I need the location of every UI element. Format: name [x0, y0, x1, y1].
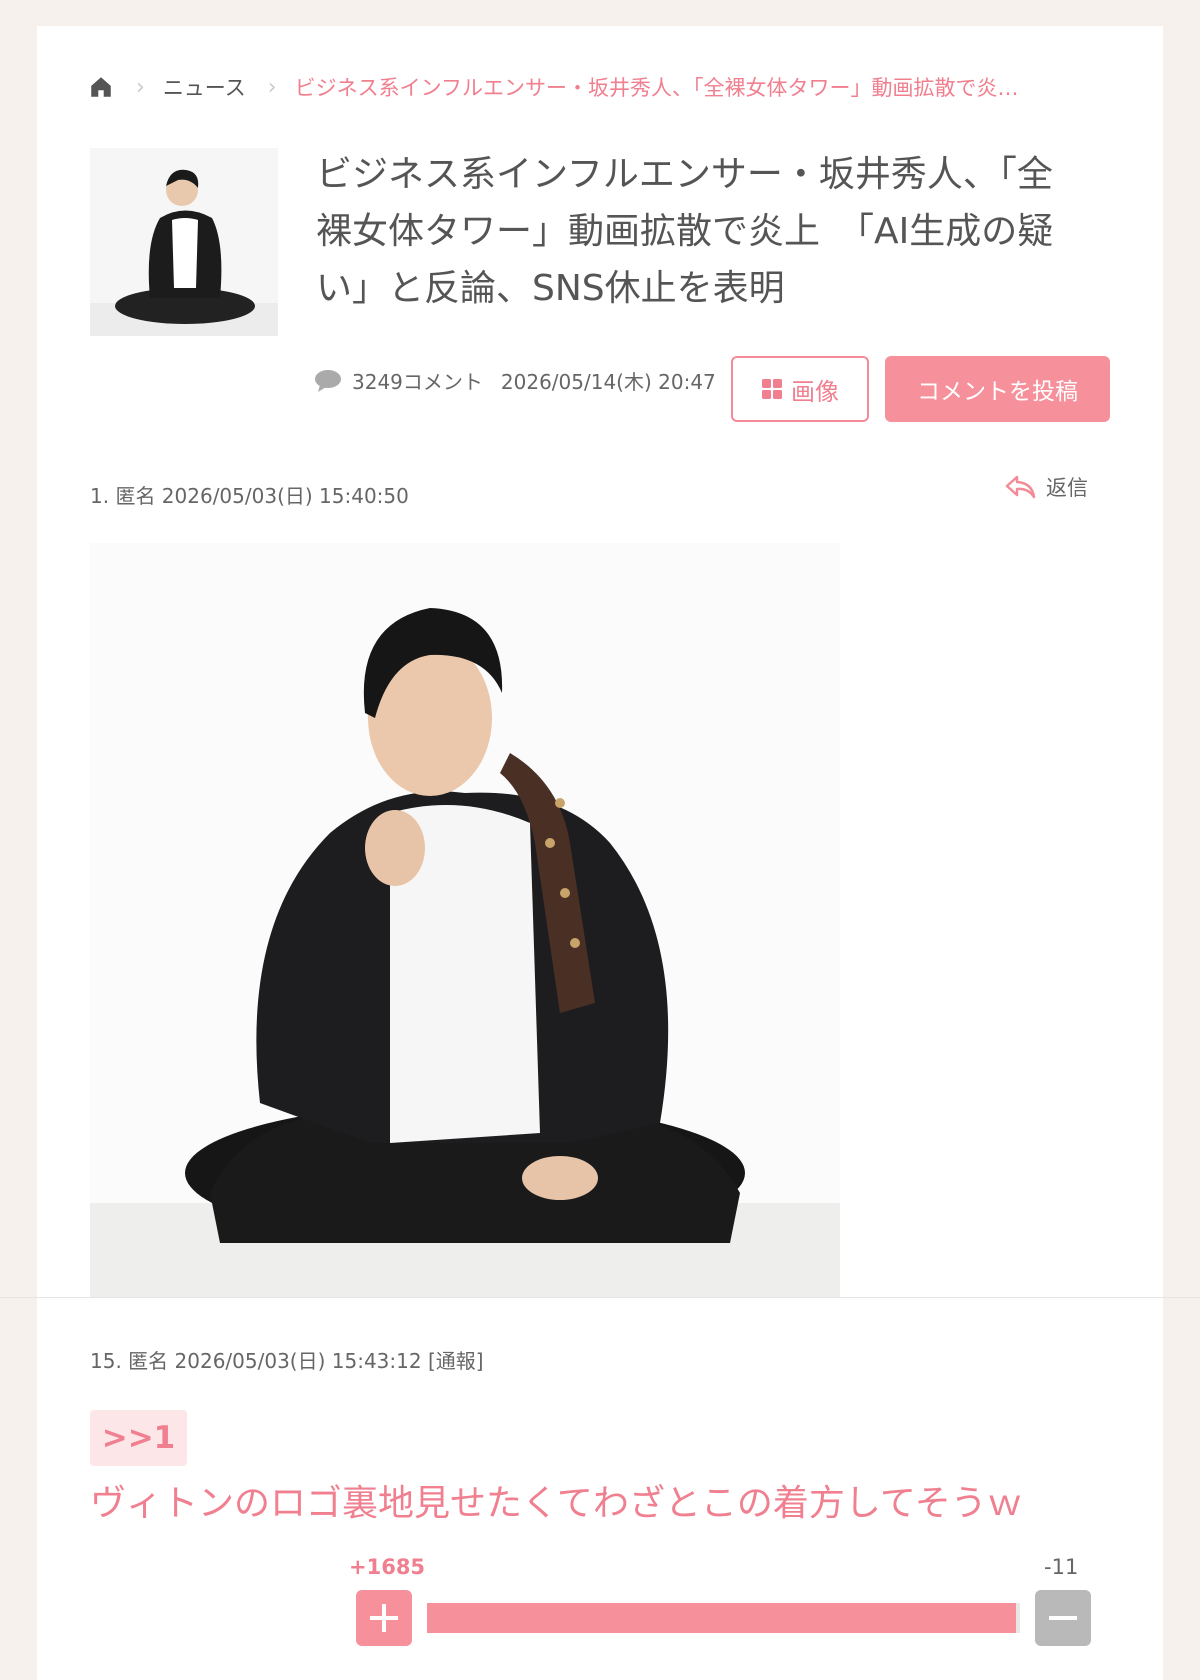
article-date: 2026/05/14(木) 20:47	[500, 370, 716, 394]
comment-header: 1. 匿名 2026/05/03(日) 15:40:50	[90, 484, 409, 508]
plus-icon	[370, 1604, 398, 1632]
article-title-line: 裸女体タワー」動画拡散で炎上 「AI生成の疑	[316, 211, 1054, 252]
comment-photo[interactable]	[90, 543, 840, 1297]
vote-ratio-bar	[427, 1603, 1020, 1633]
vote-ratio-fill	[427, 1603, 1016, 1633]
article-title-line: い」と反論、SNS休止を表明	[316, 268, 785, 309]
grid-icon	[762, 379, 782, 399]
comment-body: ヴィトンのロゴ裏地見せたくてわざとこの着方してそうｗ	[90, 1483, 1023, 1524]
minus-icon	[1049, 1616, 1077, 1620]
article-title-line: ビジネス系インフルエンサー・坂井秀人、「全	[316, 154, 1053, 195]
minus-vote-button[interactable]	[1035, 1590, 1091, 1646]
plus-vote-count: +1685	[349, 1555, 426, 1579]
plus-vote-button[interactable]	[356, 1590, 412, 1646]
post-comment-button[interactable]: コメントを投稿	[885, 356, 1110, 422]
image-button-label: 画像	[791, 377, 839, 406]
reply-arrow-icon	[1005, 475, 1036, 499]
section-divider	[0, 1297, 1200, 1298]
comment-header: 15. 匿名 2026/05/03(日) 15:43:12 [通報]	[90, 1349, 484, 1373]
speech-bubble-icon	[315, 369, 341, 392]
reply-button[interactable]: 返信	[1004, 472, 1088, 502]
chevron-right-icon: ›	[267, 74, 277, 100]
article-thumbnail[interactable]	[90, 148, 278, 336]
comment-count[interactable]: 3249コメント	[352, 366, 483, 395]
reply-anchor-link[interactable]: >>1	[90, 1410, 187, 1466]
breadcrumb-news-link[interactable]: ニュース	[163, 72, 246, 102]
image-button[interactable]: 画像	[731, 356, 869, 422]
home-icon[interactable]	[88, 74, 114, 100]
article-title: ビジネス系インフルエンサー・坂井秀人、「全 裸女体タワー」動画拡散で炎上 「AI…	[316, 146, 1106, 317]
breadcrumb: › ニュース › ビジネス系インフルエンサー・坂井秀人、「全裸女体タワー」動画拡…	[88, 70, 1018, 104]
chevron-right-icon: ›	[136, 74, 145, 100]
minus-vote-count: -11	[1044, 1555, 1079, 1579]
breadcrumb-current: ビジネス系インフルエンサー・坂井秀人、「全裸女体タワー」動画拡散で炎…	[294, 76, 1019, 100]
article-meta: 3249コメント 2026/05/14(木) 20:47	[314, 366, 716, 395]
reply-label: 返信	[1046, 476, 1088, 500]
